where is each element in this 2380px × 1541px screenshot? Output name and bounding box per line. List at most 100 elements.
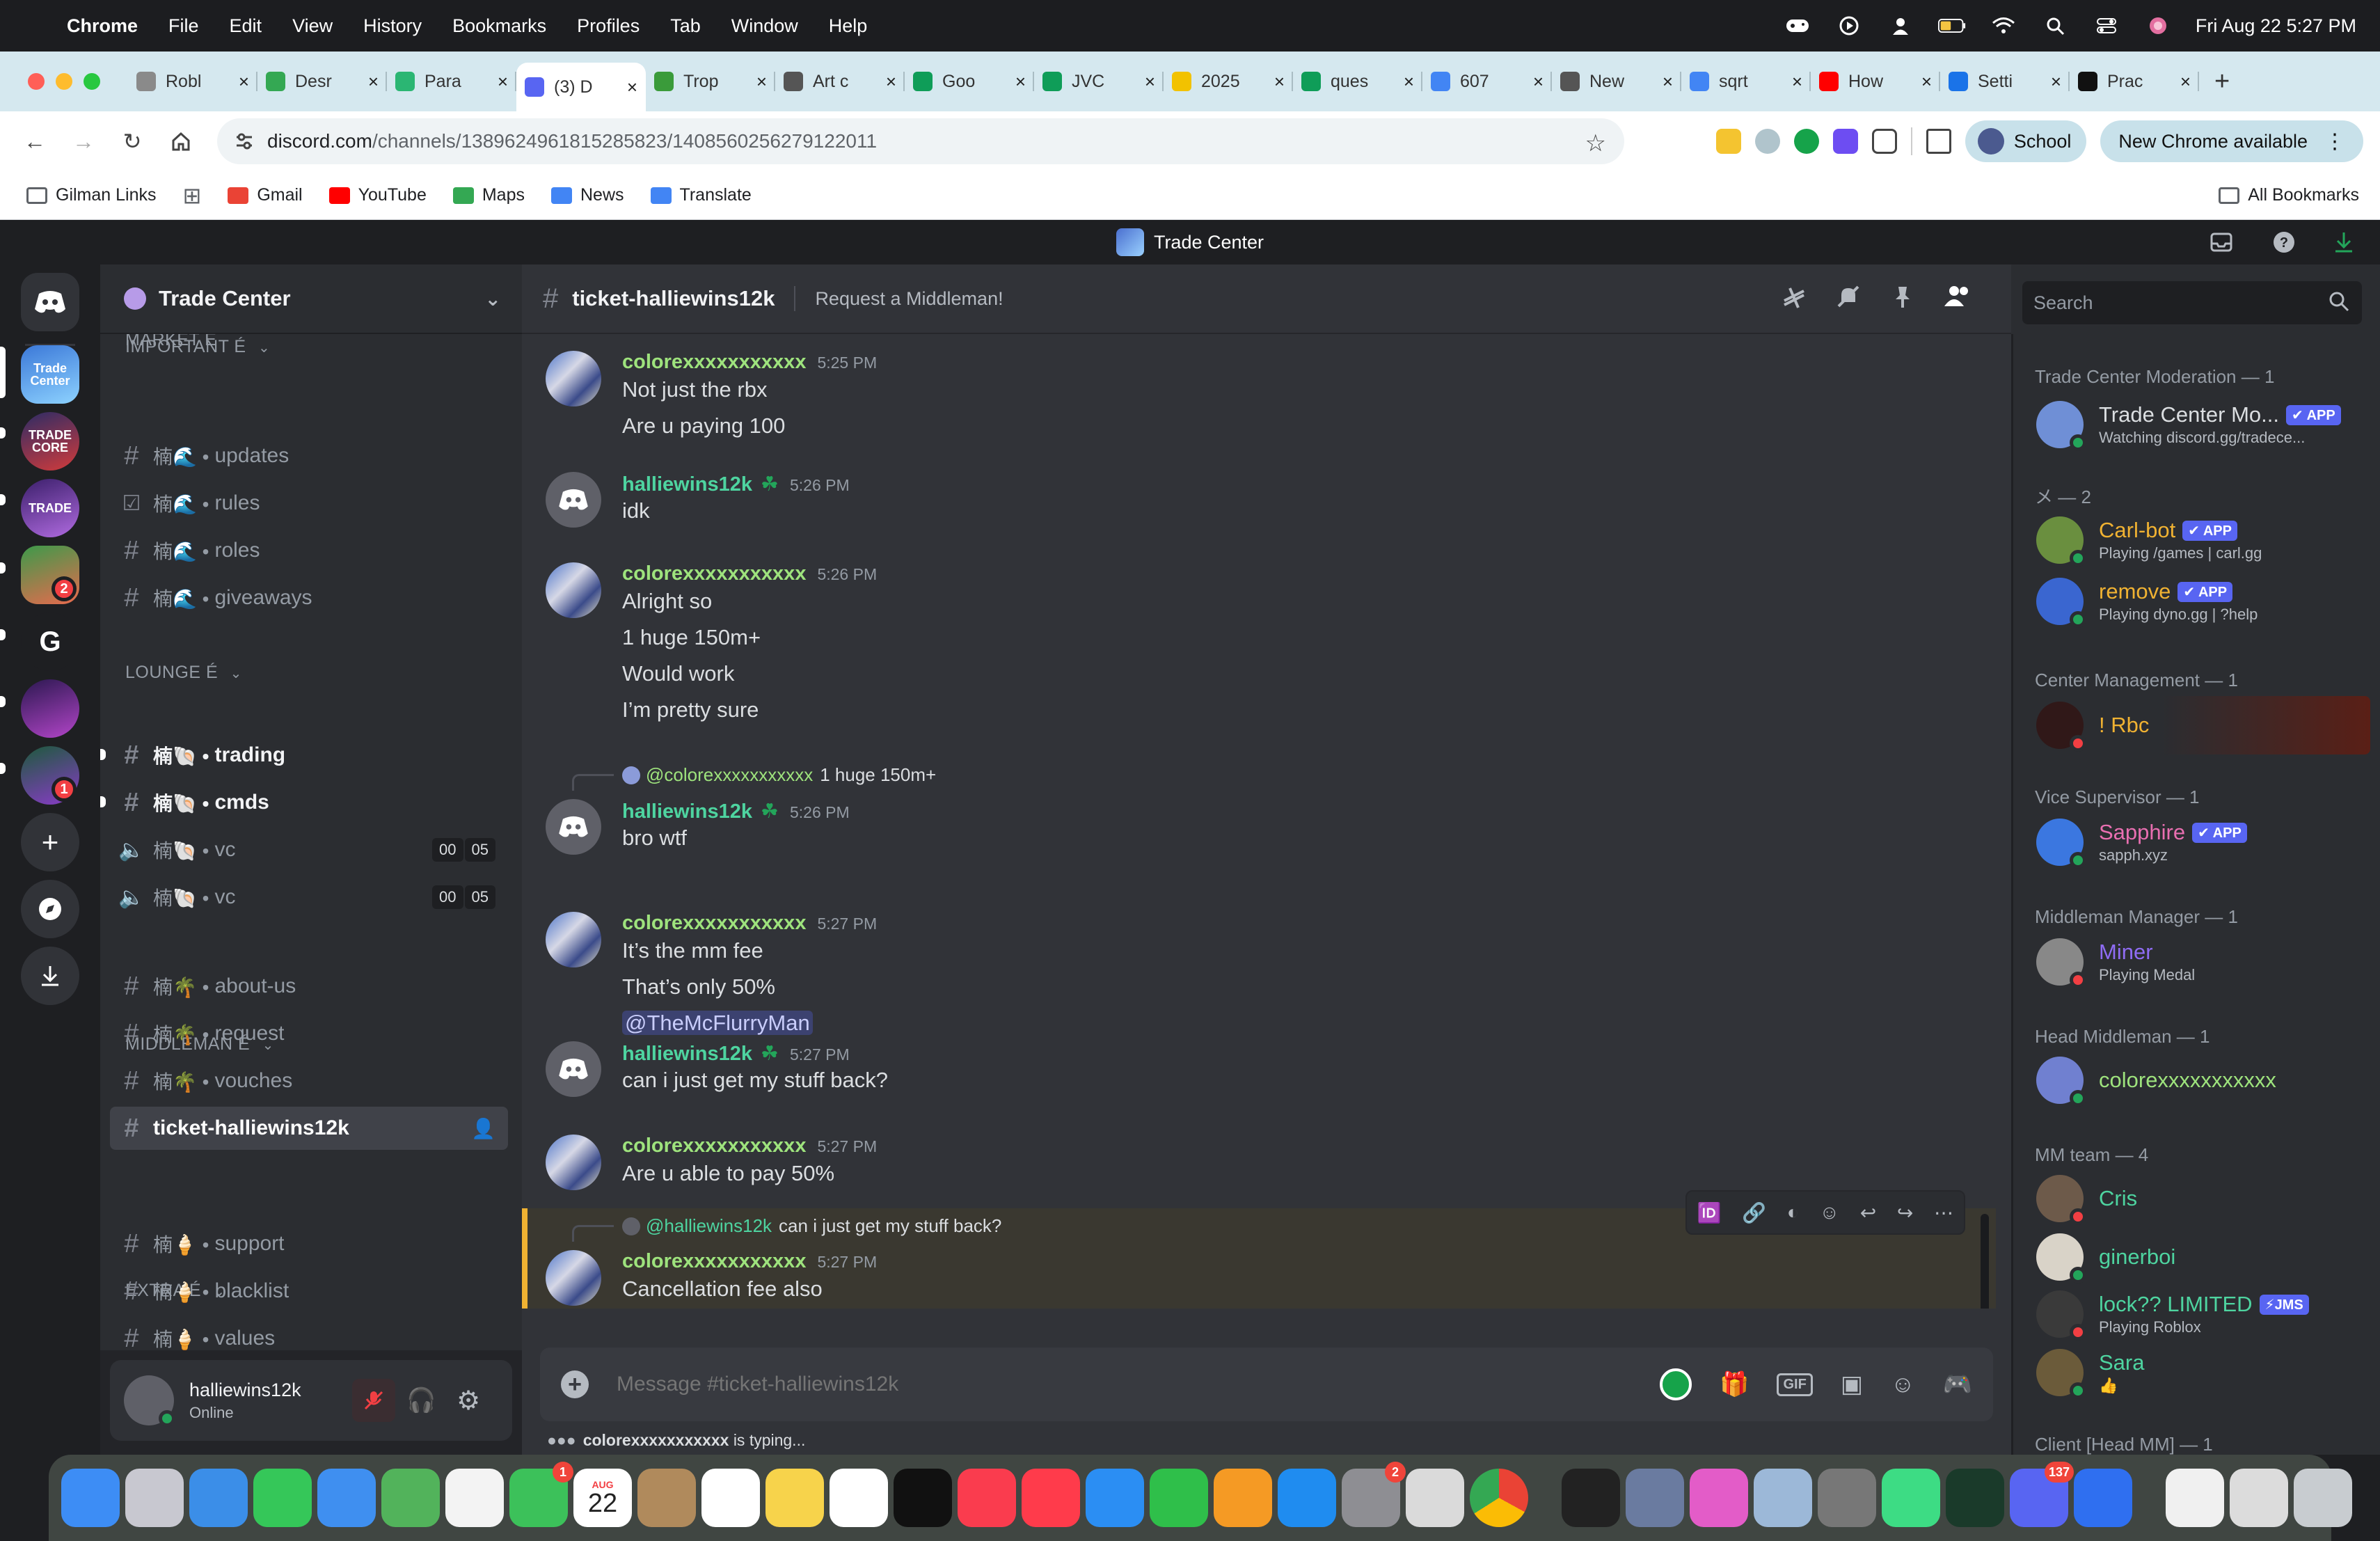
direct-messages-button[interactable] [21,273,79,331]
close-tab-icon[interactable]: × [239,71,249,93]
bookmark-gmail[interactable]: Gmail [228,185,303,205]
channel-item-ticket-halliewins12k[interactable]: # ticket-halliewins12k 👤 [110,1107,508,1150]
add-server-button[interactable]: + [21,813,79,871]
bookmark-news[interactable]: News [551,185,624,205]
more-menu-icon[interactable]: ⋮ [2324,129,2345,154]
browser-tab[interactable]: Prac × [2070,61,2199,102]
member-item[interactable]: ginerboi [2022,1228,2370,1286]
reply-preview[interactable]: @colorexxxxxxxxxxx 1 huge 150m+ [622,764,936,786]
gift-icon[interactable]: 🎁 [1720,1370,1749,1398]
close-tab-icon[interactable]: × [2180,71,2191,93]
reply-icon[interactable]: ↩ [1860,1201,1876,1224]
channel-item-values[interactable]: # 楠🍦 • values [110,1317,508,1351]
profile-chip[interactable]: School [1965,120,2087,162]
play-status-icon[interactable] [1835,15,1863,36]
bookmark-star-icon[interactable]: ☆ [1585,129,1606,157]
dock-activity-monitor-icon[interactable] [1562,1469,1620,1527]
browser-tab[interactable]: How × [1811,61,1940,102]
close-tab-icon[interactable]: × [1533,71,1544,93]
help-icon[interactable]: ? [2271,230,2296,260]
channel-item-trade-ur-items[interactable]: #楠🏝️ •trade-ur-items [110,334,508,341]
sticker-icon[interactable]: ▣ [1841,1370,1863,1398]
dock-notes-icon[interactable] [765,1469,824,1527]
close-tab-icon[interactable]: × [498,71,508,93]
close-tab-icon[interactable]: × [886,71,896,93]
member-item[interactable]: remove ✔ APP Playing dyno.gg | ?help [2022,572,2370,631]
avatar[interactable] [546,1041,601,1097]
menu-clock[interactable]: Fri Aug 22 5:27 PM [2196,15,2356,37]
channel-item-request[interactable]: # 楠🌴 • request [110,1012,508,1055]
browser-tab[interactable]: (3) D × [516,63,646,111]
guild-gs[interactable]: G [21,613,79,671]
zoom-window-button[interactable] [84,73,100,90]
member-list-icon[interactable] [1943,283,1972,317]
dock-pages-icon[interactable] [1214,1469,1272,1527]
browser-tab[interactable]: Goo × [905,61,1034,102]
message-author[interactable]: halliewins12k ☘ 5:27 PM [622,1041,850,1066]
dock-trash-icon[interactable] [2294,1469,2352,1527]
dock-app-store-icon[interactable] [1278,1469,1336,1527]
download-apps-button[interactable] [21,947,79,1005]
dock-system-settings-icon[interactable]: 2 [1342,1462,1406,1527]
menu-view[interactable]: View [292,15,333,37]
extension-1-icon[interactable] [1715,129,1741,154]
dock-news-icon[interactable] [1022,1469,1080,1527]
message-author[interactable]: halliewins12k ☘ 5:26 PM [622,472,850,496]
close-tab-icon[interactable]: × [627,77,637,98]
extensions-puzzle-icon[interactable] [1871,129,1897,154]
channel-item-cmds[interactable]: # 楠🐚 • cmds [100,781,508,824]
copy-link-icon[interactable]: 🔗 [1742,1201,1766,1224]
dock-chrome-icon[interactable] [1470,1469,1528,1527]
extension-cloud-icon[interactable] [1754,129,1780,154]
chrome-update-chip[interactable]: New Chrome available ⋮ [2100,120,2363,162]
dock-messages-icon[interactable] [253,1469,312,1527]
menu-app-name[interactable]: Chrome [67,15,138,37]
user-mention[interactable]: @TheMcFlurryMan [622,1011,813,1035]
dock-preview-icon[interactable] [1626,1469,1684,1527]
browser-tab[interactable]: Trop × [646,61,775,102]
forward-icon[interactable]: ↪ [1897,1201,1913,1224]
avatar[interactable] [124,1375,175,1427]
menu-history[interactable]: History [363,15,422,37]
dock-finder-icon[interactable] [61,1469,120,1527]
id-icon[interactable]: 🆔 [1697,1201,1722,1224]
channel-item-updates[interactable]: # 楠🌊 • updates [110,434,508,477]
dock-discord-icon[interactable]: 137 [2010,1462,2074,1527]
close-tab-icon[interactable]: × [368,71,379,93]
close-window-button[interactable] [28,73,45,90]
activities-gamepad-icon[interactable]: 🎮 [1943,1370,1972,1398]
reply-preview[interactable]: @halliewins12k can i just get my stuff ba… [622,1215,1001,1237]
dock-mail-icon[interactable] [317,1469,376,1527]
dock-safari-icon[interactable] [189,1469,248,1527]
emoji-icon[interactable]: ☺ [1891,1371,1915,1398]
forward-button[interactable]: → [70,127,97,155]
bookmark-youtube[interactable]: YouTube [328,185,427,205]
battery-icon[interactable] [1937,15,1966,36]
dock-facetime-icon[interactable]: 1 [509,1462,573,1527]
wifi-icon[interactable] [1990,15,2017,36]
menu-edit[interactable]: Edit [230,15,262,37]
menu-file[interactable]: File [168,15,199,37]
close-tab-icon[interactable]: × [1663,71,1673,93]
dock-freeform-icon[interactable] [830,1469,888,1527]
channel-item-roles[interactable]: # 楠🌊 • roles [110,529,508,572]
extension-4-icon[interactable] [1832,129,1858,154]
channel-item-vouches[interactable]: # 楠🌴 • vouches [110,1059,508,1103]
address-bar[interactable]: discord.com/channels/1389624961815285823… [217,118,1624,164]
browser-tab[interactable]: ques × [1293,61,1422,102]
dock-screenshot-icon[interactable] [2230,1469,2288,1527]
channel-item-blacklist[interactable]: # 楠🍦 • blacklist [110,1270,508,1313]
menu-help[interactable]: Help [829,15,868,37]
add-reaction-icon[interactable]: ☺ [1820,1201,1840,1224]
member-item[interactable]: lock?? LIMITED ⚡JMS Playing Roblox [2022,1285,2370,1343]
all-bookmarks-button[interactable]: All Bookmarks [2219,185,2359,205]
download-icon[interactable] [2331,230,2356,260]
more-options-icon[interactable]: ⋯ [1934,1201,1953,1224]
browser-tab[interactable]: 607 × [1422,61,1552,102]
browser-tab[interactable]: 2025 × [1164,61,1293,102]
menu-profiles[interactable]: Profiles [577,15,640,37]
reload-button[interactable]: ↻ [118,127,146,155]
dock-maps-icon[interactable] [381,1469,440,1527]
bookmark-maps[interactable]: Maps [452,185,525,205]
message-author[interactable]: colorexxxxxxxxxxx 5:27 PM [622,912,877,935]
